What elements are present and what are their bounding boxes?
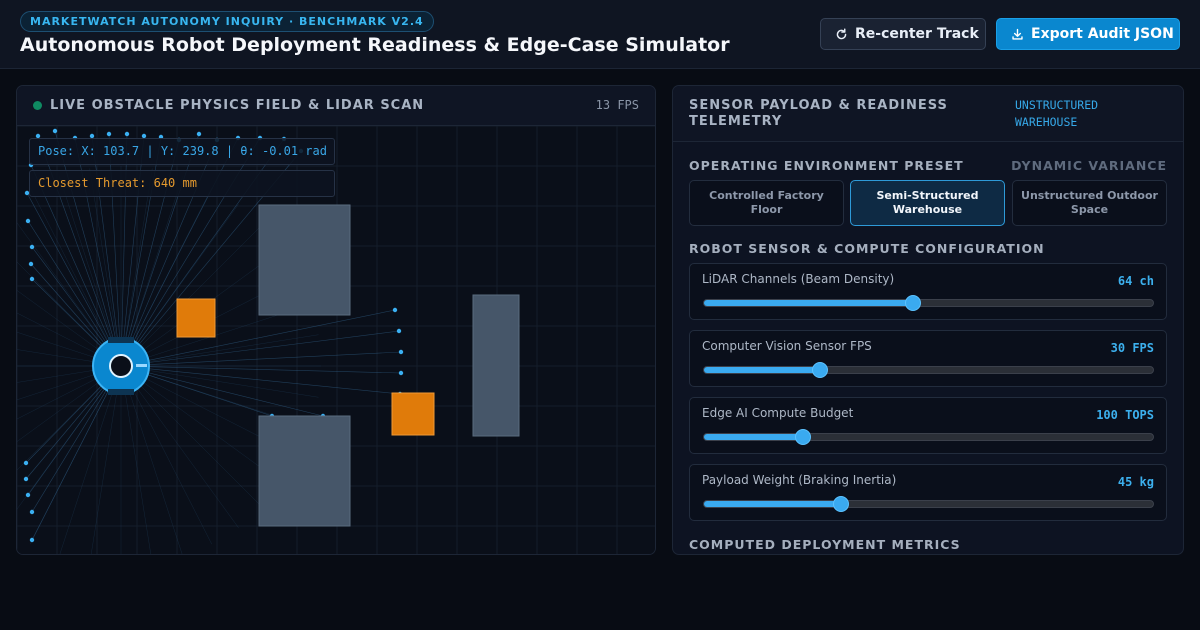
lidar-hit-point — [106, 131, 112, 137]
dynamic-variance-label: DYNAMIC VARIANCE — [1011, 158, 1167, 173]
lidar-hit-point — [392, 307, 398, 313]
lidar-beam — [120, 133, 128, 367]
benchmark-badge: MARKETWATCH AUTONOMY INQUIRY · BENCHMARK… — [20, 11, 434, 32]
robot-icon — [92, 337, 150, 395]
slider-thumb[interactable] — [904, 295, 921, 311]
lidar-hit-point — [25, 218, 31, 224]
slider-label: Computer Vision Sensor FPS — [702, 339, 872, 353]
slider-value: 64 ch — [1117, 274, 1154, 288]
lidar-beam — [29, 365, 122, 545]
vision-fps-slider-card: Computer Vision Sensor FPS 30 FPS — [689, 330, 1167, 387]
lidar-hit-point — [29, 509, 35, 515]
dynamic-obstacle — [391, 392, 435, 436]
slider-thumb[interactable] — [794, 429, 811, 445]
lidar-hit-point — [398, 370, 404, 376]
app-header: MARKETWATCH AUTONOMY INQUIRY · BENCHMARK… — [0, 0, 1200, 69]
slider-value: 30 FPS — [1110, 341, 1154, 355]
export-audit-button[interactable]: Export Audit JSON — [996, 18, 1180, 50]
slider-thumb[interactable] — [811, 362, 828, 378]
preset-label: Semi-Structured Warehouse — [876, 189, 979, 216]
fps-counter: 13 FPS — [595, 98, 639, 112]
physics-panel-title: LIVE OBSTACLE PHYSICS FIELD & LIDAR SCAN — [50, 98, 425, 113]
pose-readout: Pose: X: 103.7 | Y: 239.8 | θ: -0.01 rad — [29, 138, 335, 165]
config-section-label: ROBOT SENSOR & COMPUTE CONFIGURATION — [689, 241, 1045, 256]
lidar-beam — [120, 187, 213, 367]
page-title: Autonomous Robot Deployment Readiness & … — [20, 34, 730, 56]
metrics-section-label: COMPUTED DEPLOYMENT METRICS — [689, 537, 961, 552]
payload-weight-slider-card: Payload Weight (Braking Inertia) 45 kg — [689, 464, 1167, 521]
static-obstacle — [258, 415, 351, 527]
lidar-hit-point — [396, 328, 402, 334]
slider-fill — [704, 300, 913, 306]
lidar-hit-point — [28, 261, 34, 267]
lidar-beam — [120, 365, 324, 417]
vision-fps-slider[interactable] — [703, 362, 1154, 378]
telemetry-panel-header: SENSOR PAYLOAD & READINESS TELEMETRY UNS… — [673, 86, 1183, 142]
slider-fill — [704, 434, 803, 440]
slider-fill — [704, 501, 842, 507]
lidar-beam — [120, 365, 402, 374]
lidar-hit-point — [29, 276, 35, 282]
lidar-beam — [120, 365, 319, 398]
preset-unstructured-outdoor[interactable]: Unstructured Outdoor Space — [1012, 180, 1167, 226]
lidar-hit-point — [29, 537, 35, 543]
export-audit-label: Export Audit JSON — [1031, 26, 1174, 42]
preset-controlled-factory[interactable]: Controlled Factory Floor — [689, 180, 844, 226]
lidar-channels-slider[interactable] — [703, 295, 1154, 311]
lidar-beam — [120, 309, 396, 367]
lidar-hit-point — [124, 131, 130, 137]
lidar-beam — [120, 365, 239, 528]
live-status-dot — [33, 101, 42, 110]
lidar-hit-point — [52, 128, 58, 134]
slider-label: Payload Weight (Braking Inertia) — [702, 473, 897, 487]
lidar-hit-point — [23, 476, 29, 482]
slider-label: Edge AI Compute Budget — [702, 406, 854, 420]
refresh-icon — [836, 27, 847, 39]
physics-panel-header: LIVE OBSTACLE PHYSICS FIELD & LIDAR SCAN… — [17, 86, 655, 126]
lidar-hit-point — [398, 349, 404, 355]
telemetry-panel-title: SENSOR PAYLOAD & READINESS TELEMETRY — [689, 98, 948, 129]
slider-fill — [704, 367, 820, 373]
preset-section-label: OPERATING ENVIRONMENT PRESET — [689, 158, 964, 173]
static-obstacle — [472, 294, 520, 437]
environment-tag: UNSTRUCTURED WAREHOUSE — [1015, 98, 1099, 129]
slider-label: LiDAR Channels (Beam Density) — [702, 272, 895, 286]
static-obstacle — [258, 204, 351, 316]
preset-label: Unstructured Outdoor Space — [1021, 189, 1158, 216]
slider-thumb[interactable] — [833, 496, 850, 512]
slider-value: 45 kg — [1117, 475, 1154, 489]
dynamic-obstacle — [176, 298, 216, 338]
preset-semi-structured-warehouse[interactable]: Semi-Structured Warehouse — [850, 180, 1005, 226]
compute-budget-slider-card: Edge AI Compute Budget 100 TOPS — [689, 397, 1167, 454]
slider-value: 100 TOPS — [1096, 408, 1154, 422]
lidar-beam — [108, 133, 122, 367]
preset-label: Controlled Factory Floor — [709, 189, 824, 216]
closest-threat-readout: Closest Threat: 640 mm — [29, 170, 335, 197]
lidar-beam — [120, 204, 239, 367]
lidar-beam — [89, 168, 122, 367]
lidar-hit-point — [25, 492, 31, 498]
payload-weight-slider[interactable] — [703, 496, 1154, 512]
lidar-beam — [29, 187, 122, 367]
recenter-track-button[interactable]: Re-center Track — [820, 18, 986, 50]
physics-field-panel: LIVE OBSTACLE PHYSICS FIELD & LIDAR SCAN… — [16, 85, 656, 555]
lidar-hit-point — [29, 244, 35, 250]
lidar-channels-slider-card: LiDAR Channels (Beam Density) 64 ch — [689, 263, 1167, 320]
download-icon — [1012, 28, 1023, 40]
lidar-beam — [120, 351, 402, 367]
lidar-hit-point — [196, 131, 202, 137]
lidar-beam — [120, 330, 400, 367]
lidar-scan-canvas[interactable]: Pose: X: 103.7 | Y: 239.8 | θ: -0.01 rad… — [17, 126, 655, 554]
recenter-track-label: Re-center Track — [855, 26, 979, 42]
lidar-hit-point — [23, 460, 29, 466]
telemetry-panel: SENSOR PAYLOAD & READINESS TELEMETRY UNS… — [672, 85, 1184, 555]
lidar-beam — [120, 365, 213, 545]
compute-budget-slider[interactable] — [703, 429, 1154, 445]
